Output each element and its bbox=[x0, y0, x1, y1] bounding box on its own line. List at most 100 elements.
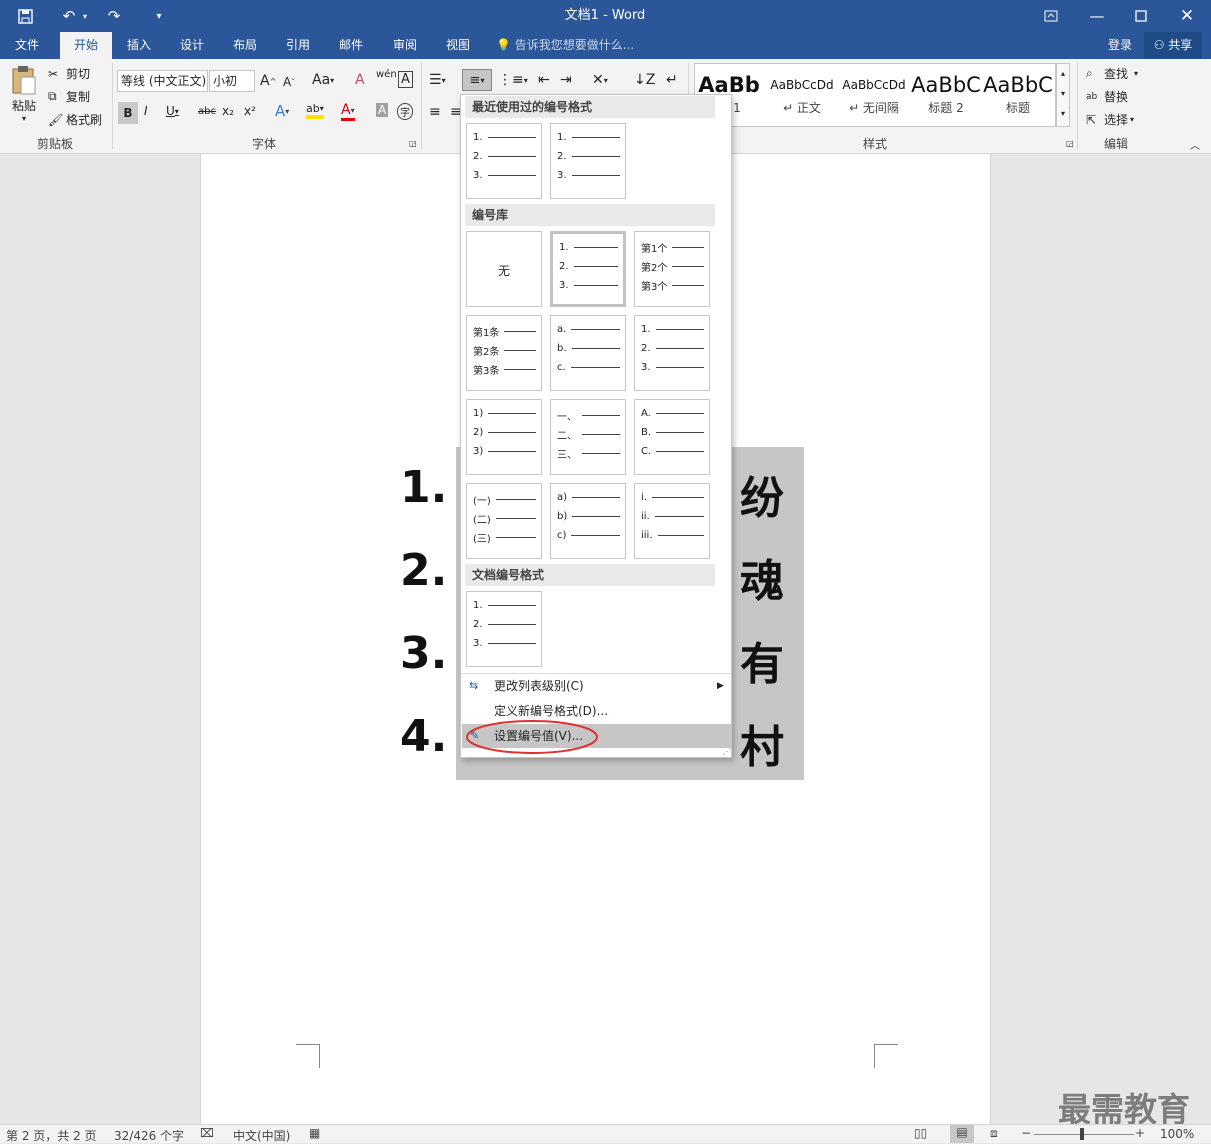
bold-button[interactable]: B bbox=[118, 102, 138, 124]
styles-dialog-launcher-icon[interactable]: ◲ bbox=[1066, 139, 1074, 148]
login-button[interactable]: 登录 bbox=[1100, 32, 1140, 59]
italic-button[interactable]: I bbox=[144, 104, 148, 118]
tab-review[interactable]: 审阅 bbox=[379, 32, 431, 59]
phonetic-guide-icon[interactable]: wén bbox=[376, 69, 397, 80]
styles-scroll[interactable]: ▴ ▾ ▾ bbox=[1056, 63, 1070, 127]
font-name-select[interactable]: 等线 (中文正文) bbox=[117, 70, 208, 92]
web-layout-icon[interactable]: ⧈ bbox=[990, 1126, 998, 1141]
replace-button[interactable]: ab 替换 bbox=[1086, 88, 1128, 105]
style-normal[interactable]: AaBbCcDd ↵ 正文 bbox=[767, 63, 837, 125]
copy-button[interactable]: ⧉ 复制 bbox=[48, 88, 90, 105]
font-size-select[interactable]: 小初 bbox=[209, 70, 255, 92]
tab-file[interactable]: 文件 bbox=[0, 32, 54, 59]
word-count[interactable]: 32/426 个字 bbox=[114, 1127, 184, 1144]
tile-row: 1. bbox=[559, 242, 618, 253]
language-status[interactable]: 中文(中国) bbox=[233, 1127, 290, 1144]
zoom-in-icon[interactable]: + bbox=[1135, 1126, 1145, 1140]
tell-me-search[interactable]: 💡 告诉我您想要做什么... bbox=[496, 32, 656, 59]
print-layout-icon[interactable]: ▤ bbox=[950, 1125, 974, 1143]
clear-format-icon[interactable]: A bbox=[355, 72, 365, 88]
strikethrough-button[interactable]: abc bbox=[198, 106, 216, 117]
tab-references[interactable]: 引用 bbox=[272, 32, 324, 59]
zoom-out-icon[interactable]: − bbox=[1021, 1126, 1031, 1140]
format-painter-button[interactable]: 🖌 格式刷 bbox=[48, 111, 102, 128]
text-effects-button[interactable]: A ▾ bbox=[275, 102, 289, 120]
library-format-tile[interactable]: 1. 2. 3. bbox=[550, 231, 626, 307]
change-case-button[interactable]: Aa ▾ bbox=[312, 72, 334, 88]
grow-font-icon[interactable]: A ^ bbox=[260, 73, 276, 89]
highlight-button[interactable]: ab ▾ bbox=[306, 102, 324, 119]
char-shading-icon[interactable]: A bbox=[376, 103, 389, 117]
enclose-char-icon[interactable]: 字 bbox=[397, 103, 413, 120]
numbering-icon[interactable]: ≡ ▾ bbox=[462, 69, 492, 91]
tab-insert[interactable]: 插入 bbox=[114, 32, 164, 59]
clipboard-group-label: 剪贴板 bbox=[36, 137, 73, 151]
chinese-layout-icon[interactable]: ✕ ▾ bbox=[592, 72, 608, 88]
minimize-icon[interactable]: — bbox=[1082, 0, 1112, 32]
tab-view[interactable]: 视图 bbox=[432, 32, 484, 59]
zoom-slider[interactable] bbox=[1034, 1134, 1134, 1135]
tab-mailings[interactable]: 邮件 bbox=[325, 32, 377, 59]
save-icon[interactable] bbox=[10, 0, 40, 32]
proofing-icon[interactable]: ⌧ bbox=[200, 1126, 214, 1140]
replace-label: 替换 bbox=[1104, 90, 1129, 104]
library-format-tile[interactable]: a. b. c. bbox=[550, 315, 626, 391]
library-format-tile[interactable]: i. ii. iii. bbox=[634, 483, 710, 559]
redo-icon[interactable]: ↷ bbox=[103, 0, 125, 32]
select-button[interactable]: ⇱ 选择 ▾ bbox=[1086, 111, 1134, 128]
tab-design[interactable]: 设计 bbox=[166, 32, 218, 59]
font-dialog-launcher-icon[interactable]: ◲ bbox=[409, 139, 417, 148]
undo-icon[interactable]: ↶ bbox=[58, 0, 80, 32]
share-button[interactable]: ⚇ 共享 bbox=[1144, 32, 1202, 59]
multilevel-list-icon[interactable]: ⋮≡ ▾ bbox=[498, 72, 528, 88]
zoom-slider-thumb[interactable] bbox=[1080, 1128, 1084, 1140]
resize-grip-icon[interactable]: ⋰ bbox=[723, 747, 731, 756]
change-list-level-item[interactable]: ⇆ 更改列表级别(C) ▶ bbox=[462, 674, 731, 698]
find-button[interactable]: ⌕ 查找 ▾ bbox=[1086, 65, 1138, 82]
collapse-ribbon-icon[interactable]: ︿ bbox=[1190, 137, 1200, 152]
document-format-tile[interactable]: 1. 2. 3. bbox=[466, 591, 542, 667]
decrease-indent-icon[interactable]: ⇤ bbox=[538, 72, 550, 88]
page-count[interactable]: 第 2 页，共 2 页 bbox=[6, 1127, 97, 1144]
library-format-tile[interactable]: 1) 2) 3) bbox=[466, 399, 542, 475]
tab-home[interactable]: 开始 bbox=[60, 32, 112, 59]
increase-indent-icon[interactable]: ⇥ bbox=[560, 72, 572, 88]
underline-button[interactable]: U ▾ bbox=[166, 104, 179, 118]
library-format-tile[interactable]: a) b) c) bbox=[550, 483, 626, 559]
strike-label: abc bbox=[198, 106, 216, 117]
style-heading2[interactable]: AaBbC 标题 2 bbox=[911, 63, 981, 125]
maximize-icon[interactable] bbox=[1126, 0, 1156, 32]
shrink-font-icon[interactable]: Aˇ bbox=[283, 75, 295, 89]
library-format-tile[interactable]: 1. 2. 3. bbox=[634, 315, 710, 391]
recent-format-tile[interactable]: 1. 2. 3. bbox=[550, 123, 626, 199]
font-color-button[interactable]: A ▾ bbox=[341, 102, 355, 121]
close-icon[interactable]: ✕ bbox=[1172, 0, 1202, 32]
style-title[interactable]: AaBbC 标题 bbox=[983, 63, 1053, 125]
library-format-tile[interactable]: A. B. C. bbox=[634, 399, 710, 475]
tile-row: 3. bbox=[559, 280, 618, 291]
tab-layout[interactable]: 布局 bbox=[220, 32, 270, 59]
macro-icon[interactable]: ▦ bbox=[309, 1126, 320, 1140]
superscript-button[interactable]: x² bbox=[244, 104, 256, 118]
library-format-tile[interactable]: (一) (二) (三) bbox=[466, 483, 542, 559]
read-mode-icon[interactable]: ▯▯ bbox=[914, 1126, 927, 1140]
ribbon-display-icon[interactable] bbox=[1036, 0, 1066, 32]
tile-row: A. bbox=[641, 408, 704, 419]
style-no-spacing[interactable]: AaBbCcDd ↵ 无间隔 bbox=[839, 63, 909, 125]
customize-toolbar-icon[interactable]: ▾ bbox=[148, 0, 170, 32]
library-format-tile[interactable]: 第1条 第2条 第3条 bbox=[466, 315, 542, 391]
cut-button[interactable]: ✂ 剪切 bbox=[48, 65, 90, 82]
bullets-icon[interactable]: ☰ ▾ bbox=[429, 72, 446, 88]
show-marks-icon[interactable]: ↵ bbox=[666, 72, 678, 88]
sort-icon[interactable]: ↓Z bbox=[634, 72, 655, 88]
library-format-tile[interactable]: 无 bbox=[466, 231, 542, 307]
subscript-button[interactable]: x₂ bbox=[222, 104, 234, 118]
paste-button[interactable]: 粘贴 ▾ bbox=[8, 65, 40, 125]
zoom-level[interactable]: 100% bbox=[1160, 1127, 1194, 1141]
library-format-tile[interactable]: 第1个 第2个 第3个 bbox=[634, 231, 710, 307]
undo-dropdown-icon[interactable]: ▾ bbox=[79, 0, 91, 32]
char-border-icon[interactable]: A bbox=[398, 71, 413, 88]
library-format-tile[interactable]: 一、 二、 三、 bbox=[550, 399, 626, 475]
recent-format-tile[interactable]: 1. 2. 3. bbox=[466, 123, 542, 199]
align-left-icon[interactable]: ≡ bbox=[429, 104, 441, 120]
